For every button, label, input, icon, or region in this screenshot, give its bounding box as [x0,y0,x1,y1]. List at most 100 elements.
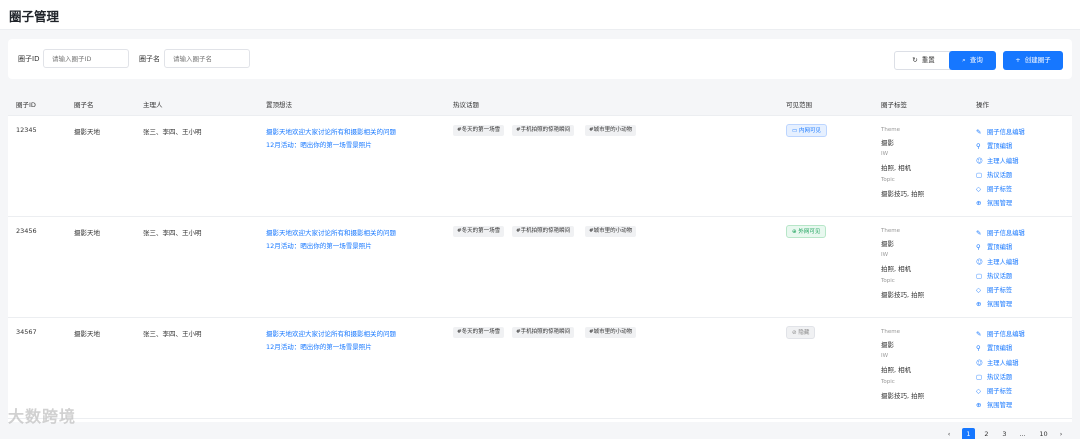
tag-icon: ◇ [976,185,981,193]
atmosphere-link[interactable]: ⊕ 氛围管理 [976,198,1012,207]
atmosphere-link[interactable]: ⊕ 氛围管理 [976,400,1012,409]
edit-pinned-link[interactable]: ⚲ 置顶编辑 [976,343,1012,352]
tag-value: 摄影 [881,240,894,248]
pinned-post-link[interactable]: 摄影天地欢迎大家讨论所有和摄影相关的问题 [266,328,396,338]
pin-icon: ⚲ [976,344,981,352]
tag-key: Theme [881,228,900,234]
action-label: 圈子标签 [987,186,1013,193]
action-label: 主理人编辑 [987,158,1019,165]
column-header: 圈子ID [16,101,36,109]
circle-tags-link[interactable]: ◇ 圈子标签 [976,184,1012,193]
edit-circle-info-link[interactable]: ✎ 圈子信息编辑 [976,228,1025,237]
owners: 张三、李四、王小明 [143,128,202,136]
edit-owner-link[interactable]: ☺ 主理人编辑 [976,156,1018,165]
visibility-badge: ⊘ 隐藏 [786,326,816,339]
atmosphere-link[interactable]: ⊕ 氛围管理 [976,299,1012,308]
intranet-icon: ▭ [792,128,799,134]
edit-owner-link[interactable]: ☺ 主理人编辑 [976,257,1018,266]
circle-id-input[interactable] [43,49,129,68]
atmosphere-icon: ⊕ [976,199,982,207]
tag-value: 摄影技巧, 拍照 [881,392,925,400]
edit-pinned-link[interactable]: ⚲ 置顶编辑 [976,141,1012,150]
page-button-current[interactable]: 1 [962,428,975,439]
topic-tag: #城市里的小动物 [585,327,637,338]
user-icon: ☺ [976,258,983,266]
action-label: 圈子标签 [987,388,1013,395]
tag-key: Topic [881,379,895,385]
pinned-post-link[interactable]: 12月活动：晒出你的第一场雪景照片 [266,240,372,250]
pinned-post-link[interactable]: 12月活动：晒出你的第一场雪景照片 [266,341,372,351]
circle-tags-link[interactable]: ◇ 圈子标签 [976,285,1012,294]
action-label: 圈子信息编辑 [987,129,1025,136]
hot-topics-link[interactable]: ▢ 热议话题 [976,372,1012,381]
edit-circle-info-link[interactable]: ✎ 圈子信息编辑 [976,329,1025,338]
action-label: 圈子信息编辑 [987,230,1025,237]
action-label: 氛围管理 [987,301,1013,308]
tag-value: 摄影 [881,341,894,349]
action-label: 主理人编辑 [987,360,1019,367]
edit-pinned-link[interactable]: ⚲ 置顶编辑 [976,242,1012,251]
tag-icon: ◇ [976,387,981,395]
filter-bar: 圈子ID 圈子名 ↻重置 ⌕查询 +创建圈子 [8,39,1072,79]
query-label: 查询 [969,56,983,64]
owners: 张三、李四、王小明 [143,330,202,338]
tag-key: Theme [881,329,900,335]
reset-button[interactable]: ↻ 重置 [894,51,953,70]
pin-icon: ⚲ [976,243,981,251]
edit-owner-link[interactable]: ☺ 主理人编辑 [976,358,1018,367]
tag-value: 拍照, 相机 [881,366,912,374]
circle-id: 12345 [16,126,37,134]
tag-key: Theme [881,127,900,133]
table-row: 12345 摄影天地 张三、李四、王小明 摄影天地欢迎大家讨论所有和摄影相关的问… [8,116,1072,217]
circle-tags-link[interactable]: ◇ 圈子标签 [976,386,1012,395]
tag-value: 拍照, 相机 [881,164,912,172]
circle-name: 摄影天地 [74,128,100,136]
tag-icon: ◇ [976,286,981,294]
next-page-button[interactable]: › [1056,428,1066,439]
circle-name-input[interactable] [164,49,250,68]
page-button[interactable]: 10 [1036,428,1051,439]
create-label: 创建圈子 [1024,56,1051,64]
tag-value: 摄影 [881,139,894,147]
prev-page-button[interactable]: ‹ [944,428,954,439]
topic-tag: #手机拍照的惊艳瞬间 [512,226,575,237]
column-header: 操作 [976,101,989,109]
edit-icon: ✎ [976,330,982,338]
action-label: 圈子标签 [987,287,1013,294]
page-ellipsis: ... [1019,430,1026,438]
pinned-post-link[interactable]: 摄影天地欢迎大家讨论所有和摄影相关的问题 [266,227,396,237]
edit-circle-info-link[interactable]: ✎ 圈子信息编辑 [976,127,1025,136]
pinned-post-link[interactable]: 摄影天地欢迎大家讨论所有和摄影相关的问题 [266,126,396,136]
action-label: 圈子信息编辑 [987,331,1025,338]
circle-name: 摄影天地 [74,330,100,338]
tag-key: IW [881,353,889,359]
hot-topics-link[interactable]: ▢ 热议话题 [976,271,1012,280]
chat-icon: ▢ [976,171,983,179]
atmosphere-icon: ⊕ [976,300,982,308]
circle-id-label: 圈子ID [18,55,40,63]
pinned-post-link[interactable]: 12月活动：晒出你的第一场雪景照片 [266,139,372,149]
watermark: 大数跨境 [8,407,77,426]
user-icon: ☺ [976,157,983,165]
circle-name-label: 圈子名 [139,55,160,63]
tag-value: 摄影技巧, 拍照 [881,291,925,299]
search-icon: ⌕ [962,56,966,64]
chat-icon: ▢ [976,272,983,280]
visibility-label: 外网可见 [798,229,821,235]
query-button[interactable]: ⌕ 查询 [949,51,996,70]
circle-id: 23456 [16,227,37,235]
tag-key: IW [881,252,889,258]
atmosphere-icon: ⊕ [976,401,982,409]
column-header: 热议话题 [453,101,479,109]
page-title: 圈子管理 [9,9,60,24]
circle-id: 34567 [16,328,37,336]
circle-name: 摄影天地 [74,229,100,237]
page-button[interactable]: 2 [980,428,993,439]
column-header: 圈子名 [74,101,94,109]
table-row: 34567 摄影天地 张三、李四、王小明 摄影天地欢迎大家讨论所有和摄影相关的问… [8,318,1072,419]
hot-topics-link[interactable]: ▢ 热议话题 [976,170,1012,179]
page-button[interactable]: 3 [998,428,1011,439]
topic-tag: #城市里的小动物 [585,226,637,237]
create-circle-button[interactable]: + 创建圈子 [1003,51,1063,70]
visibility-label: 内网可见 [798,128,821,134]
